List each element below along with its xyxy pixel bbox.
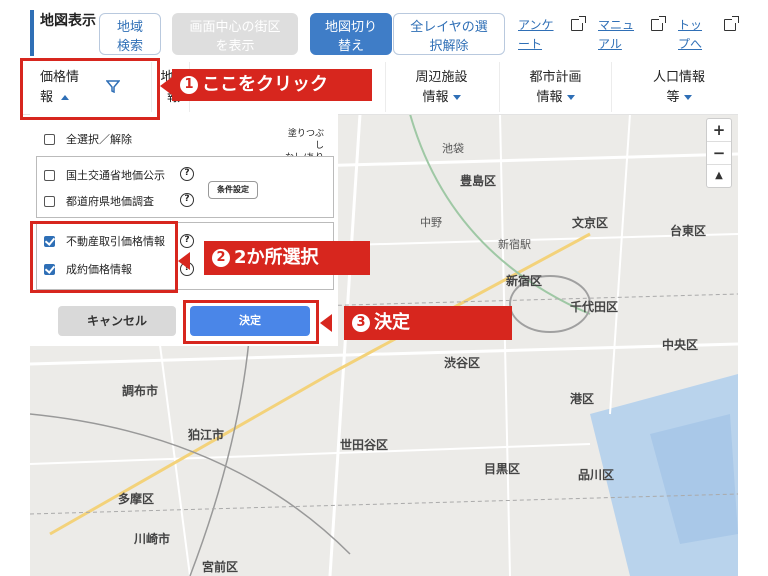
map-label: 港区 <box>570 392 595 406</box>
map-label: 渋谷区 <box>444 356 481 370</box>
annotation-box-step1 <box>20 58 160 120</box>
step-number: 2 <box>212 249 230 267</box>
region-search-button[interactable]: 地域検索 <box>99 13 161 55</box>
map-label: 狛江市 <box>188 428 225 442</box>
map-label: 目黒区 <box>484 462 521 476</box>
map-label: 中央区 <box>662 338 699 352</box>
survey-link[interactable]: アンケート <box>518 16 558 54</box>
top-link[interactable]: トップへ <box>678 16 708 54</box>
chevron-down-icon <box>452 95 461 100</box>
external-link-icon <box>651 16 666 31</box>
map-label: 世田谷区 <box>340 438 389 452</box>
annotation-callout-step1: 1 ここをクリック <box>172 69 372 101</box>
checkbox-label: 都道府県地価調査 <box>66 195 154 208</box>
map-label: 池袋 <box>442 142 464 155</box>
annotation-box-step3 <box>183 300 319 344</box>
map-label: 文京区 <box>572 216 609 230</box>
arrow-left-icon <box>178 252 190 270</box>
step-number: 1 <box>180 76 198 94</box>
map-label: 川崎市 <box>134 532 171 546</box>
zoom-in-button[interactable]: + <box>707 119 731 142</box>
help-icon[interactable]: ? <box>180 234 194 248</box>
land-price-public-checkbox[interactable] <box>44 170 55 181</box>
tab-city-planning[interactable]: 都市計画情報 <box>500 62 612 112</box>
arrow-left-icon <box>320 314 332 332</box>
callout-text: 2か所選択 <box>234 247 319 268</box>
tab-population[interactable]: 人口情報等 <box>620 62 738 112</box>
external-link-icon <box>724 16 739 31</box>
cancel-button[interactable]: キャンセル <box>58 306 176 336</box>
annotation-callout-step2: 2 2か所選択 <box>204 241 370 275</box>
zoom-out-button[interactable]: − <box>707 142 731 165</box>
compass-icon[interactable]: ▲ <box>707 165 731 187</box>
map-switch-button[interactable]: 地図切り替え <box>310 13 392 55</box>
annotation-box-step2 <box>30 221 178 293</box>
center-street-button[interactable]: 画面中心の街区を表示 <box>172 13 298 55</box>
checkbox-label: 国土交通省地価公示 <box>66 169 165 182</box>
manual-link[interactable]: マニュアル <box>598 16 638 54</box>
map-label: 新宿区 <box>506 274 543 288</box>
map-label: 台東区 <box>670 224 707 238</box>
map-label: 宮前区 <box>202 560 239 574</box>
map-label: 千代田区 <box>570 300 619 314</box>
condition-settings-button[interactable]: 条件設定 <box>208 181 258 199</box>
callout-text: 決定 <box>374 312 410 333</box>
map-label: 多摩区 <box>118 492 155 506</box>
prefecture-survey-checkbox[interactable] <box>44 196 55 207</box>
map-label: 品川区 <box>578 468 615 482</box>
help-icon[interactable]: ? <box>180 167 194 181</box>
chevron-down-icon <box>683 95 692 100</box>
deselect-layers-button[interactable]: 全レイヤの選択解除 <box>393 13 505 55</box>
annotation-callout-step3: 3 決定 <box>344 306 512 340</box>
select-all-checkbox[interactable] <box>44 134 55 145</box>
external-link-icon <box>571 16 586 31</box>
map-label: 調布市 <box>122 384 159 398</box>
chevron-down-icon <box>566 95 575 100</box>
callout-text: ここをクリック <box>202 74 328 95</box>
help-icon[interactable]: ? <box>180 193 194 207</box>
page-title: 地図表示 <box>30 10 102 56</box>
zoom-control: + − ▲ <box>706 118 732 188</box>
map-label: 豊島区 <box>460 174 497 188</box>
step-number: 3 <box>352 314 370 332</box>
map-label: 中野 <box>420 216 442 229</box>
map-label: 新宿駅 <box>498 238 531 251</box>
arrow-left-icon <box>160 77 172 95</box>
select-all-label: 全選択／解除 <box>66 133 132 146</box>
tab-label: 人口情報等 <box>652 70 705 105</box>
tab-nearby-facilities[interactable]: 周辺施設情報 <box>386 62 500 112</box>
